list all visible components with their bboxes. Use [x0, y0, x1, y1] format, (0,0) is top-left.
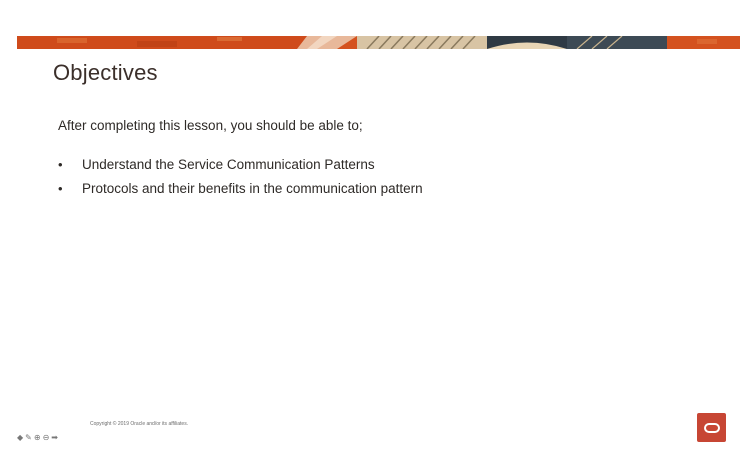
copyright-text: Copyright © 2019 Oracle and/or its affil… — [90, 421, 189, 427]
oracle-logo-ring-icon — [704, 423, 720, 433]
decorative-banner — [17, 36, 740, 49]
next-slide-icon[interactable]: ➡ — [51, 433, 58, 443]
zoom-out-icon[interactable]: ⊖ — [43, 433, 50, 443]
bullet-text: Understand the Service Communication Pat… — [82, 157, 375, 172]
slide-navigation: ◆ ✎ ⊕ ⊖ ➡ — [17, 433, 58, 443]
pen-icon[interactable]: ✎ — [25, 433, 32, 443]
bullet-dot: • — [58, 157, 63, 172]
slide-title: Objectives — [53, 60, 158, 85]
bullet-text: Protocols and their benefits in the comm… — [82, 181, 423, 196]
slide-intro: After completing this lesson, you should… — [58, 118, 363, 133]
oracle-logo — [697, 413, 726, 442]
prev-slide-icon[interactable]: ◆ — [17, 433, 23, 443]
zoom-in-icon[interactable]: ⊕ — [34, 433, 41, 443]
bullet-dot: • — [58, 181, 63, 196]
